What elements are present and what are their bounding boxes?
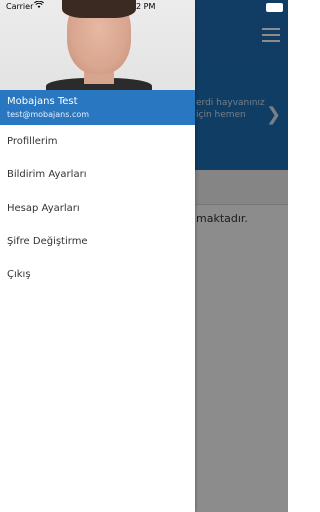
user-email: test@mobajans.com — [7, 110, 90, 119]
menu-item-change-password[interactable]: Şifre Değiştirme — [7, 236, 88, 247]
menu-item-logout[interactable]: Çıkış — [7, 269, 31, 280]
menu-item-account-settings[interactable]: Hesap Ayarları — [7, 203, 80, 214]
user-name: Mobajans Test — [7, 96, 78, 107]
status-time: 2 PM — [136, 2, 156, 11]
menu-item-profiles[interactable]: Profillerim — [7, 136, 58, 147]
carrier-label: Carrier — [6, 2, 34, 11]
navigation-drawer: Mobajans Test test@mobajans.com Profille… — [0, 0, 195, 512]
wifi-icon — [34, 0, 44, 12]
menu-item-notification-settings[interactable]: Bildirim Ayarları — [7, 169, 86, 180]
battery-icon — [266, 3, 283, 12]
status-bar: Carrier 2 PM — [0, 0, 288, 14]
